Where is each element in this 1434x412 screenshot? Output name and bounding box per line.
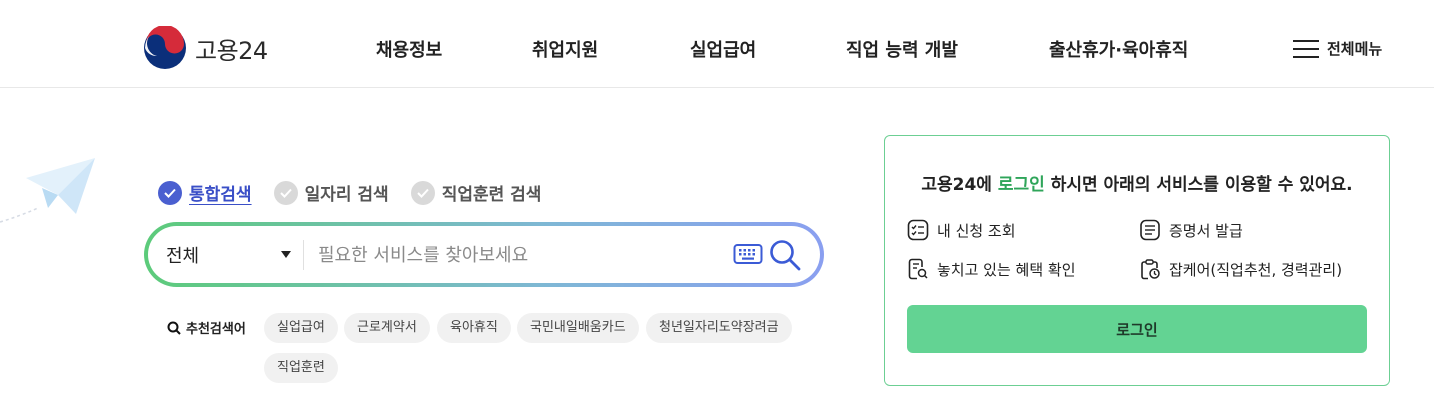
login-message-highlight: 로그인 xyxy=(997,175,1045,195)
keyword-chip[interactable]: 육아휴직 xyxy=(437,313,511,343)
search-type-tabs: 통합검색 일자리 검색 직업훈련 검색 xyxy=(158,180,563,205)
all-menu-label: 전체메뉴 xyxy=(1327,40,1383,58)
keyword-chip[interactable]: 직업훈련 xyxy=(264,353,338,383)
checklist-icon xyxy=(907,219,929,241)
site-header: 고용24 채용정보 취업지원 실업급여 직업 능력 개발 출산휴가·육아휴직 전… xyxy=(0,0,1434,88)
search-bar: 전체 xyxy=(144,222,824,287)
service-my-applications[interactable]: 내 신청 조회 xyxy=(907,219,1016,241)
tab-label: 통합검색 xyxy=(189,185,252,205)
service-certificate-issuance[interactable]: 증명서 발급 xyxy=(1139,219,1243,241)
checkmark-icon xyxy=(273,180,298,205)
nav-item-jobs[interactable]: 채용정보 xyxy=(376,36,442,62)
search-icon[interactable] xyxy=(768,238,802,272)
service-label: 증명서 발급 xyxy=(1169,221,1243,240)
document-search-icon xyxy=(908,258,928,280)
nav-item-maternity-parental-leave[interactable]: 출산휴가·육아휴직 xyxy=(1049,36,1188,62)
keyword-chip[interactable]: 국민내일배움카드 xyxy=(517,313,639,343)
nav-item-employment-support[interactable]: 취업지원 xyxy=(532,36,598,62)
tab-integrated-search[interactable]: 통합검색 xyxy=(158,180,252,205)
service-jobcare[interactable]: 잡케어(직업추천, 경력관리) xyxy=(1139,258,1342,280)
service-label: 내 신청 조회 xyxy=(937,221,1016,240)
certificate-icon xyxy=(1140,219,1160,241)
search-icon xyxy=(167,321,181,335)
login-card: 고용24에 로그인 하시면 아래의 서비스를 이용할 수 있어요. 내 신청 조… xyxy=(884,135,1390,386)
keyword-chip[interactable]: 청년일자리도약장려금 xyxy=(646,313,792,343)
all-menu-button[interactable]: 전체메뉴 xyxy=(1293,38,1382,59)
clipboard-clock-icon xyxy=(1141,259,1160,280)
tab-training-search[interactable]: 직업훈련 검색 xyxy=(410,180,542,205)
tab-label: 일자리 검색 xyxy=(304,185,389,205)
tab-label: 직업훈련 검색 xyxy=(441,185,542,205)
recommended-title-label: 추천검색어 xyxy=(186,322,246,337)
recommended-title: 추천검색어 xyxy=(167,318,246,337)
category-select[interactable]: 전체 xyxy=(166,242,199,268)
tab-job-search[interactable]: 일자리 검색 xyxy=(273,180,389,205)
checkmark-icon xyxy=(158,180,182,205)
service-label: 놓치고 있는 혜택 확인 xyxy=(937,260,1076,279)
login-message-prefix: 고용24에 xyxy=(921,175,998,195)
taegeuk-logo-icon xyxy=(144,26,186,69)
logo-text: 고용24 xyxy=(195,36,268,65)
paper-plane-illustration xyxy=(0,158,95,223)
nav-item-job-skill-development[interactable]: 직업 능력 개발 xyxy=(846,36,958,62)
keyboard-icon[interactable] xyxy=(733,242,763,266)
service-missed-benefits[interactable]: 놓치고 있는 혜택 확인 xyxy=(907,258,1076,280)
login-message-suffix: 하시면 아래의 서비스를 이용할 수 있어요. xyxy=(1044,175,1353,195)
hamburger-icon xyxy=(1293,39,1319,59)
keyword-chip[interactable]: 실업급여 xyxy=(264,313,338,343)
checkmark-icon xyxy=(410,180,435,205)
login-button[interactable]: 로그인 xyxy=(907,305,1367,353)
divider xyxy=(303,240,304,270)
dropdown-arrow-icon[interactable] xyxy=(281,251,291,258)
login-message: 고용24에 로그인 하시면 아래의 서비스를 이용할 수 있어요. xyxy=(885,170,1389,195)
site-logo[interactable]: 고용24 xyxy=(143,26,268,70)
service-label: 잡케어(직업추천, 경력관리) xyxy=(1169,260,1343,279)
search-input[interactable] xyxy=(318,241,718,269)
keyword-chip[interactable]: 근로계약서 xyxy=(344,313,430,343)
nav-item-unemployment-benefit[interactable]: 실업급여 xyxy=(690,36,756,62)
